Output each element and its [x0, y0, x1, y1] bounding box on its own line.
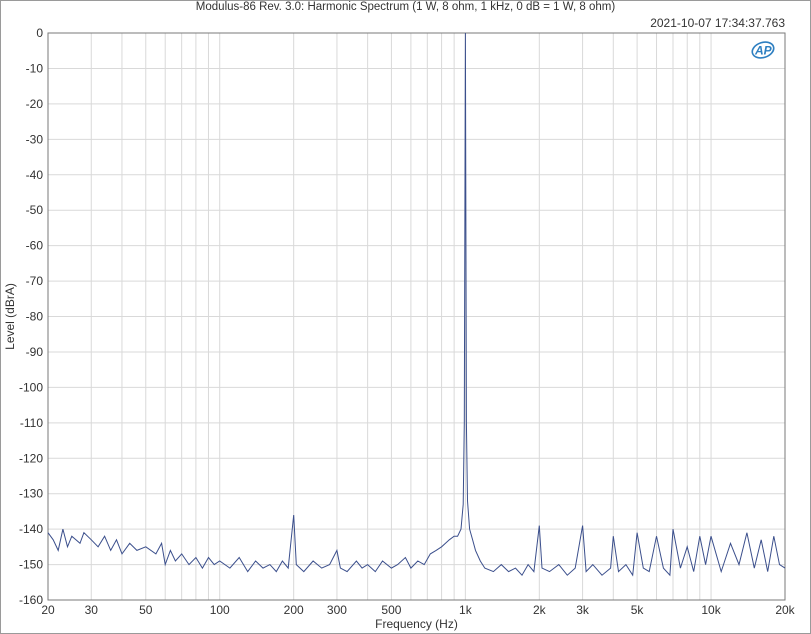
ap-logo-icon: AP: [751, 41, 775, 59]
y-tick-label: -120: [19, 451, 43, 465]
y-tick-label: -10: [26, 61, 44, 75]
x-tick-label: 30: [85, 603, 99, 617]
x-tick-label: 2k: [533, 603, 547, 617]
x-axis-title: Frequency (Hz): [375, 617, 458, 631]
y-axis-title: Level (dBrA): [3, 283, 17, 350]
x-tick-label: 200: [284, 603, 304, 617]
y-tick-label: -60: [26, 239, 44, 253]
y-tick-label: 0: [36, 26, 43, 40]
x-tick-label: 5k: [631, 603, 645, 617]
y-tick-label: -70: [26, 274, 44, 288]
x-tick-label: 3k: [576, 603, 590, 617]
y-axis-ticks: 0 -10 -20 -30 -40 -50 -60 -70 -80 -90 -100 -110 -120…: [19, 26, 43, 607]
y-tick-label: -130: [19, 487, 43, 501]
x-tick-label: 50: [139, 603, 153, 617]
x-tick-label: 300: [327, 603, 347, 617]
x-tick-label: 10k: [701, 603, 721, 617]
x-tick-label: 1k: [459, 603, 473, 617]
x-tick-label: 100: [210, 603, 230, 617]
y-tick-label: -80: [26, 310, 44, 324]
y-tick-label: -110: [20, 416, 43, 430]
y-tick-label: -30: [26, 132, 44, 146]
y-tick-label: -20: [26, 97, 44, 111]
spectrum-chart: 0 -10 -20 -30 -40 -50 -60 -70 -80 -90 -100 -110 -120…: [3, 26, 796, 631]
y-tick-label: -100: [19, 380, 43, 394]
svg-text:AP: AP: [754, 44, 773, 58]
x-tick-label: 500: [381, 603, 401, 617]
y-tick-label: -150: [19, 558, 43, 572]
y-tick-label: -140: [19, 522, 43, 536]
y-tick-label: -50: [26, 203, 44, 217]
y-tick-label: -160: [19, 593, 43, 607]
x-tick-label: 20k: [775, 603, 795, 617]
y-tick-label: -40: [26, 168, 44, 182]
y-tick-label: -90: [26, 345, 44, 359]
grid-lines: [47, 32, 786, 601]
x-axis-ticks: 20 30 50 100 200 300 500 1k 2k 3k 5k 10k 20k: [41, 603, 795, 617]
x-tick-label: 20: [41, 603, 55, 617]
